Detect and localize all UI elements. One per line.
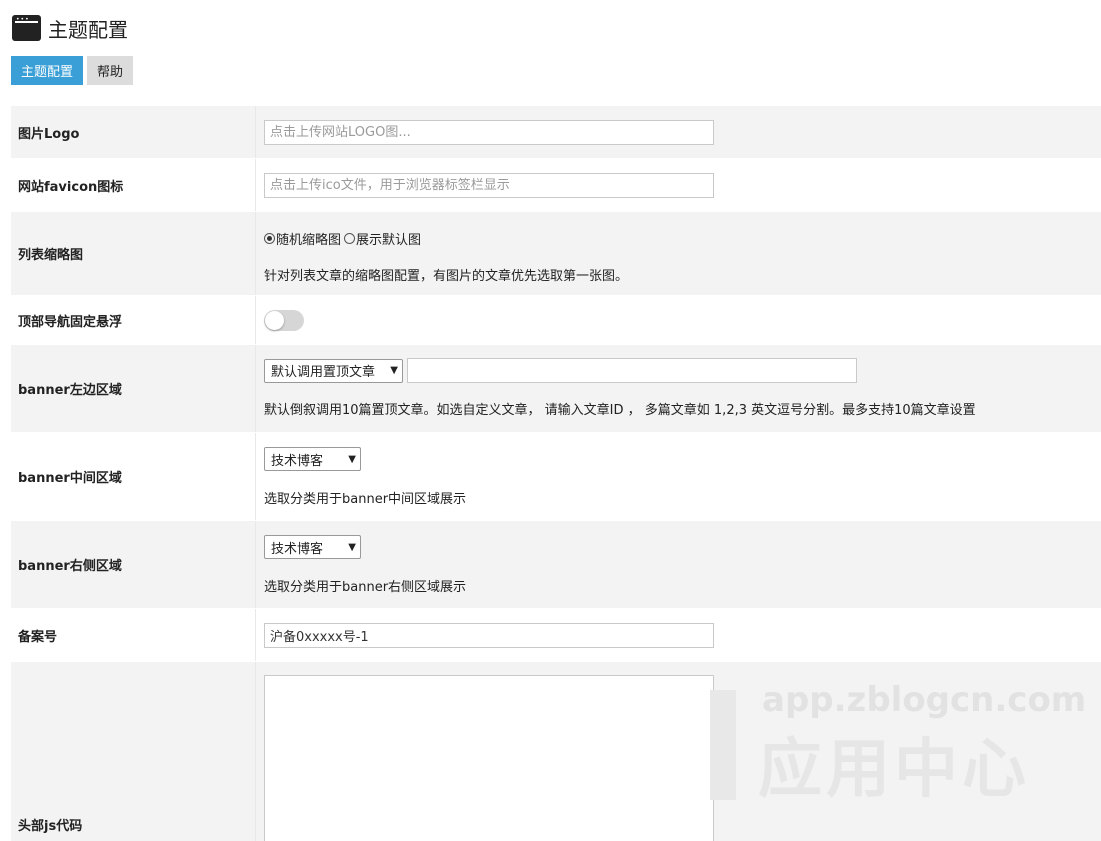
favicon-upload-input[interactable] [264,172,714,198]
row-icp: 备案号 [11,608,1101,661]
banner-left-select-value: 默认调用置顶文章 [271,365,376,380]
chevron-down-icon: ▼ [348,453,356,465]
row-head-js: 头部js代码 [11,661,1101,841]
row-logo: 图片Logo [11,105,1101,158]
banner-left-hint: 默认倒叙调用10篇置顶文章。如选自定义文章， 请输入文章ID ， 多篇文章如 1… [264,403,976,418]
logo-label: 图片Logo [11,106,256,158]
banner-left-select[interactable]: 默认调用置顶文章 ▼ [264,358,403,383]
chevron-down-icon: ▼ [348,541,356,553]
thumbnail-radio-group: 随机缩略图 展示默认图 [264,229,1101,248]
icp-label: 备案号 [11,609,256,661]
tab-help[interactable]: 帮助 [87,56,134,85]
thumbnail-hint: 针对列表文章的缩略图配置，有图片的文章优先选取第一张图。 [264,269,629,284]
thumbnail-label: 列表缩略图 [11,212,256,295]
row-banner-right: banner右侧区域 技术博客 ▼ 选取分类用于banner右侧区域展示 [11,520,1101,608]
row-thumbnail: 列表缩略图 随机缩略图 展示默认图 针对列表文章的缩略图配置，有图片的文章优先选… [11,211,1101,295]
banner-middle-hint: 选取分类用于banner中间区域展示 [264,492,467,507]
tab-theme-config[interactable]: 主题配置 [11,56,84,85]
logo-upload-input[interactable] [264,119,714,145]
head-js-label: 头部js代码 [11,662,256,841]
page-title: 主题配置 [48,17,128,42]
banner-left-article-ids-input[interactable] [407,358,857,383]
banner-middle-select-value: 技术博客 [271,453,324,469]
banner-right-select-value: 技术博客 [271,541,324,557]
browser-window-icon: ••• [12,15,41,41]
chevron-down-icon: ▼ [390,365,398,376]
banner-right-hint: 选取分类用于banner右侧区域展示 [264,580,467,595]
banner-left-label: banner左边区域 [11,345,256,432]
banner-middle-label: banner中间区域 [11,433,256,520]
radio-default-thumbnail-label[interactable]: 展示默认图 [356,229,421,248]
row-banner-middle: banner中间区域 技术博客 ▼ 选取分类用于banner中间区域展示 [11,432,1101,520]
radio-random-thumbnail[interactable] [264,233,275,244]
favicon-label: 网站favicon图标 [11,159,256,211]
fixed-nav-toggle[interactable] [264,309,304,331]
tab-bar: 主题配置 帮助 [11,56,134,85]
page-header: ••• 主题配置 [12,12,128,44]
theme-config-page: ••• 主题配置 主题配置 帮助 图片Logo 网站favicon图标 列表缩略… [0,0,1101,841]
row-favicon: 网站favicon图标 [11,158,1101,211]
banner-middle-select[interactable]: 技术博客 ▼ [264,447,361,471]
fixed-nav-label: 顶部导航固定悬浮 [11,296,256,344]
icp-input[interactable] [264,622,714,648]
row-banner-left: banner左边区域 默认调用置顶文章 ▼ 默认倒叙调用10篇置顶文章。如选自定… [11,344,1101,432]
radio-default-thumbnail[interactable] [344,233,356,244]
banner-right-select[interactable]: 技术博客 ▼ [264,535,361,559]
head-js-textarea[interactable] [264,675,714,841]
radio-random-thumbnail-label[interactable]: 随机缩略图 [276,229,341,248]
settings-form: 图片Logo 网站favicon图标 列表缩略图 随机缩略图 展示默认图 针对列… [11,105,1101,841]
banner-right-label: banner右侧区域 [11,521,256,608]
row-fixed-nav: 顶部导航固定悬浮 [11,295,1101,344]
